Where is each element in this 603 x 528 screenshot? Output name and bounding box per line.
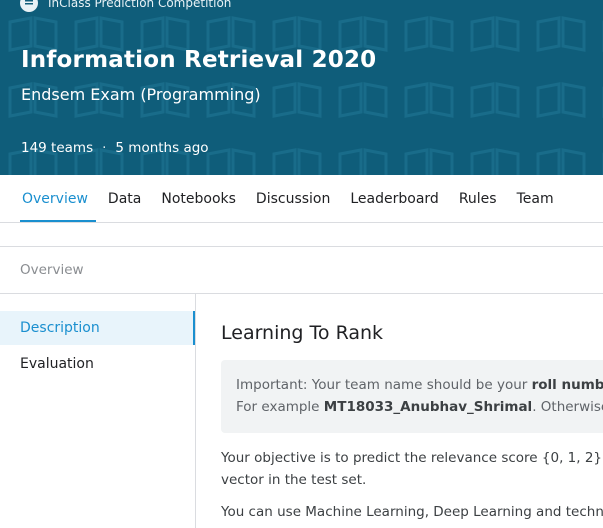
callout-line-2-suffix: . Otherwise, yo (532, 399, 603, 415)
callout-example-team-name: MT18033_Anubhav_Shrimal (323, 399, 533, 415)
tab-notebooks[interactable]: Notebooks (151, 175, 246, 222)
competition-subtitle: Endsem Exam (Programming) (21, 85, 261, 104)
callout-line-2-text: For example (236, 399, 324, 415)
important-callout: Important: Your team name should be your… (221, 360, 603, 433)
callout-line-1-text: Important: Your team name should be your (236, 377, 532, 393)
description-content: Learning To Rank Important: Your team na… (221, 294, 603, 528)
tab-team[interactable]: Team (507, 175, 564, 222)
tab-discussion[interactable]: Discussion (246, 175, 340, 222)
competition-type-label: InClass Prediction Competition (48, 0, 232, 10)
competition-title: Information Retrieval 2020 (21, 47, 377, 73)
section-header: Overview (0, 246, 603, 294)
tab-data[interactable]: Data (98, 175, 151, 222)
overview-sidenav: Description Evaluation (0, 294, 196, 528)
callout-line-1: Important: Your team name should be your… (236, 374, 603, 396)
time-ago: 5 months ago (115, 140, 209, 156)
meta-separator: · (102, 140, 107, 156)
sidenav-item-description[interactable]: Description (0, 311, 195, 345)
description-heading: Learning To Rank (221, 322, 384, 344)
competition-banner: InClass Prediction Competition Informati… (0, 0, 603, 175)
tab-leaderboard[interactable]: Leaderboard (340, 175, 448, 222)
teams-count[interactable]: 149 teams (21, 140, 93, 156)
competition-type: InClass Prediction Competition (20, 0, 231, 12)
competition-tabs: Overview Data Notebooks Discussion Leade… (0, 175, 603, 223)
objective-line-2: vector in the test set. (221, 472, 367, 488)
tab-rules[interactable]: Rules (449, 175, 507, 222)
competition-icon (20, 0, 38, 12)
competition-meta: 149 teams · 5 months ago (21, 140, 209, 156)
sidenav-item-evaluation[interactable]: Evaluation (0, 347, 195, 381)
callout-line-2: For example MT18033_Anubhav_Shrimal. Oth… (236, 396, 603, 418)
tab-overview[interactable]: Overview (12, 175, 98, 222)
callout-line-1-bold: roll number_ (531, 377, 603, 393)
objective-line-1: Your objective is to predict the relevan… (221, 450, 603, 466)
methods-line-1: You can use Machine Learning, Deep Learn… (221, 504, 603, 520)
